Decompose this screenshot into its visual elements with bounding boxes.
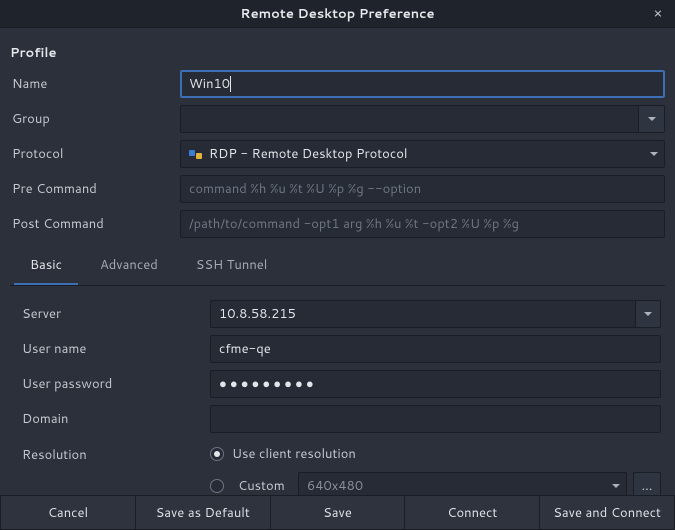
- postcommand-input[interactable]: /path/to/command -opt1 arg %h %u %t -opt…: [180, 210, 665, 238]
- resolution-custom-label: Custom: [238, 477, 292, 495]
- group-label: Group: [10, 110, 180, 128]
- name-label: Name: [10, 75, 180, 93]
- group-dropdown-button[interactable]: [638, 105, 665, 133]
- tab-ssh-tunnel[interactable]: SSH Tunnel: [180, 248, 284, 285]
- protocol-value: RDP - Remote Desktop Protocol: [209, 145, 407, 163]
- cancel-button[interactable]: Cancel: [0, 496, 136, 530]
- chevron-down-icon: [612, 484, 620, 488]
- name-input[interactable]: Win10: [180, 70, 665, 98]
- chevron-down-icon: [648, 117, 656, 121]
- username-value: cfme-qe: [219, 340, 271, 358]
- precommand-input[interactable]: command %h %u %t %U %p %g --option: [180, 175, 665, 203]
- resolution-custom-value: 640x480: [307, 477, 363, 495]
- close-icon[interactable]: ×: [649, 4, 667, 22]
- postcommand-label: Post Command: [10, 215, 180, 233]
- group-input[interactable]: [180, 105, 639, 133]
- resolution-client-label: Use client resolution: [232, 445, 356, 463]
- domain-input[interactable]: [210, 405, 661, 433]
- server-dropdown-button[interactable]: [635, 300, 661, 328]
- password-mask: ●●●●●●●●●: [219, 375, 317, 393]
- resolution-client-radio[interactable]: [210, 447, 224, 461]
- tab-body-basic: Server 10.8.58.215 User name cfme-qe: [10, 286, 665, 530]
- server-value: 10.8.58.215: [219, 305, 296, 323]
- chevron-down-icon: [650, 152, 658, 156]
- ellipsis-icon: ...: [642, 477, 653, 495]
- protocol-select[interactable]: RDP - Remote Desktop Protocol: [180, 140, 665, 168]
- connect-button[interactable]: Connect: [405, 496, 540, 530]
- precommand-placeholder: command %h %u %t %U %p %g --option: [189, 180, 421, 198]
- chevron-down-icon: [644, 312, 652, 316]
- postcommand-placeholder: /path/to/command -opt1 arg %h %u %t -opt…: [189, 215, 519, 233]
- name-input-value: Win10: [189, 75, 230, 93]
- tab-basic[interactable]: Basic: [14, 248, 78, 285]
- username-input[interactable]: cfme-qe: [210, 335, 661, 363]
- precommand-label: Pre Command: [10, 180, 180, 198]
- profile-header: Profile: [10, 44, 665, 62]
- tab-bar: Basic Advanced SSH Tunnel: [10, 248, 665, 286]
- server-label: Server: [14, 305, 210, 323]
- password-label: User password: [14, 375, 210, 393]
- protocol-label: Protocol: [10, 145, 180, 163]
- resolution-label: Resolution: [14, 440, 210, 464]
- save-connect-button[interactable]: Save and Connect: [540, 496, 675, 530]
- server-input[interactable]: 10.8.58.215: [210, 300, 636, 328]
- button-bar: Cancel Save as Default Save Connect Save…: [0, 495, 675, 530]
- save-button[interactable]: Save: [271, 496, 406, 530]
- rdp-icon: [189, 147, 203, 161]
- window-title: Remote Desktop Preference: [240, 5, 434, 23]
- titlebar: Remote Desktop Preference ×: [0, 0, 675, 28]
- resolution-custom-radio[interactable]: [210, 479, 224, 493]
- text-caret: [230, 76, 231, 92]
- password-input[interactable]: ●●●●●●●●●: [210, 370, 661, 398]
- username-label: User name: [14, 340, 210, 358]
- content-area: Profile Name Win10 Group Protocol: [0, 28, 675, 530]
- domain-label: Domain: [14, 410, 210, 428]
- save-default-button[interactable]: Save as Default: [136, 496, 271, 530]
- tab-advanced[interactable]: Advanced: [84, 248, 174, 285]
